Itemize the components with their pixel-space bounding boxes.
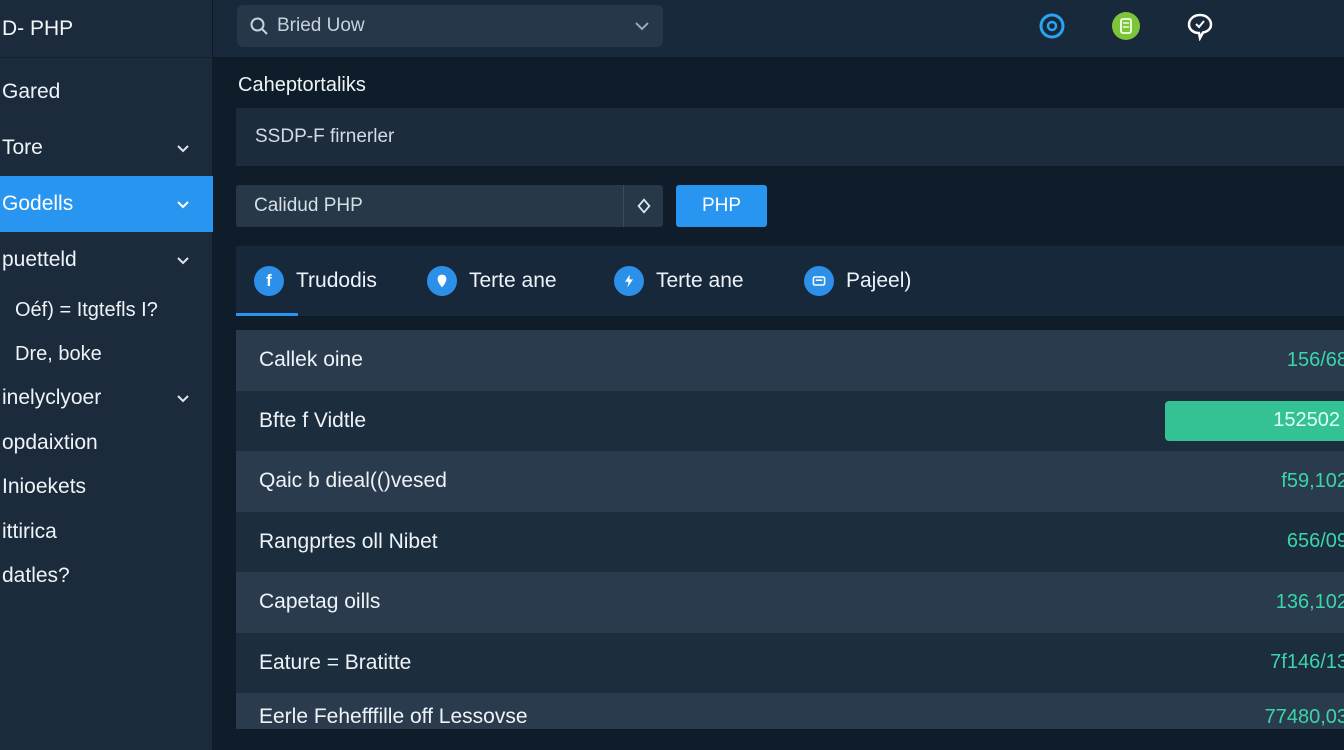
location-pin-icon (427, 266, 457, 296)
chevron-down-icon (175, 390, 191, 406)
sidebar-item-inioekets[interactable]: Inioekets (0, 465, 213, 510)
filter-bar[interactable]: SSDP-F firnerler (236, 108, 1344, 166)
table-row[interactable]: Eature = Bratitte 7f146/13 (236, 632, 1344, 693)
table-row[interactable]: Bfte f Vidtle 152502 (236, 390, 1344, 451)
sidebar-item-ittirica[interactable]: ittirica (0, 510, 213, 555)
sidebar-item-label: inelyclyoer (2, 386, 102, 410)
table-row[interactable]: Qaic b dieal(()vesed f59,102 (236, 451, 1344, 512)
table-row[interactable]: Capetag oills 136,102 (236, 572, 1344, 633)
php-input-field[interactable]: Calidud PHP (236, 185, 663, 227)
lightning-bolt-icon (614, 266, 644, 296)
sidebar-item-datles[interactable]: datles? (0, 554, 213, 599)
tab-label: Pajeel) (846, 269, 912, 292)
sidebar-item-label: Tore (2, 136, 43, 159)
clear-icon[interactable] (623, 185, 663, 227)
php-input[interactable]: Calidud PHP (236, 195, 623, 217)
row-label: Qaic b dieal(()vesed (259, 469, 447, 493)
sidebar-item-label: opdaixtion (2, 430, 98, 454)
sidebar-item-label: Inioekets (2, 475, 87, 499)
table-row[interactable]: Rangprtes oll Nibet 656/09 (236, 511, 1344, 572)
chevron-down-icon (175, 252, 191, 268)
row-value: 656/09 (1286, 530, 1344, 553)
sidebar-item-tore[interactable]: Tore (0, 120, 213, 176)
page-title: Caheptortaliks (238, 74, 366, 96)
tab-bar: f Trudodis Terte ane Terte ane Pajeel) (236, 246, 1344, 316)
tab-label: Terte ane (469, 269, 557, 292)
sidebar-nav: Gared Tore Godells puetteld Oéf) = Itgte… (0, 64, 213, 599)
tab-trudodis[interactable]: f Trudodis (254, 246, 377, 316)
table-row[interactable]: Eerle Fehefffille off Lessovse 77480,03 (236, 693, 1344, 729)
sidebar-item-gared[interactable]: Gared (0, 64, 213, 120)
tab-terte-ane-1[interactable]: Terte ane (427, 246, 557, 316)
sidebar-item-label: Gared (2, 80, 61, 103)
row-value: f59,102 (1281, 469, 1344, 492)
app-title: D- PHP (0, 0, 212, 58)
filter-text: SSDP-F firnerler (255, 126, 395, 147)
sidebar-item-label: puetteld (2, 248, 77, 271)
sidebar-subitem-2[interactable]: Dre, boke (0, 332, 213, 376)
sidebar-item-label: ittirica (2, 519, 57, 543)
sidebar-subitem-1[interactable]: Oéf) = Itgtefls I? (0, 288, 213, 332)
row-value: 7f146/13 (1270, 651, 1344, 674)
search-input[interactable]: Bried Uow (277, 15, 633, 37)
chevron-down-icon[interactable] (633, 17, 651, 35)
search-field[interactable]: Bried Uow (237, 5, 663, 47)
sidebar-item-opdaixtion[interactable]: opdaixtion (0, 421, 213, 466)
search-icon (250, 17, 268, 35)
row-label: Callek oine (259, 348, 363, 372)
sidebar-item-inelyclyoer[interactable]: inelyclyoer (0, 376, 213, 421)
sidebar-item-label: datles? (2, 564, 70, 588)
row-label: Eature = Bratitte (259, 650, 412, 674)
tab-label: Trudodis (296, 269, 377, 292)
sidebar-item-godells[interactable]: Godells (0, 176, 213, 232)
data-table: Callek oine 156/68 Bfte f Vidtle 152502 … (236, 330, 1344, 729)
facebook-f-icon: f (254, 266, 284, 296)
row-value: 77480,03 (1264, 706, 1344, 728)
sidebar-item-label: Dre, boke (15, 342, 102, 365)
tab-pajeel[interactable]: Pajeel) (804, 246, 911, 316)
row-value: 156/68 (1286, 348, 1344, 371)
row-label: Eerle Fehefffille off Lessovse (259, 705, 528, 728)
box-icon (804, 266, 834, 296)
chevron-down-icon (175, 196, 191, 212)
tab-label: Terte ane (656, 269, 744, 292)
refresh-circle-icon[interactable] (1037, 11, 1067, 41)
chat-bubble-icon[interactable] (1185, 11, 1215, 41)
php-button[interactable]: PHP (676, 185, 767, 227)
sidebar-item-label: Godells (2, 192, 74, 215)
row-value-highlight: 152502 (1165, 400, 1344, 441)
app-badge-icon[interactable] (1111, 11, 1141, 41)
table-row[interactable]: Callek oine 156/68 (236, 330, 1344, 391)
main-content: Caheptortaliks SSDP-F firnerler Calidud … (213, 58, 1344, 750)
row-label: Bfte f Vidtle (259, 408, 367, 432)
top-bar: Bried Uow (213, 0, 1344, 58)
sidebar-item-label: Oéf) = Itgtefls I? (15, 298, 158, 321)
tab-terte-ane-2[interactable]: Terte ane (614, 246, 744, 316)
sidebar: D- PHP Gared Tore Godells puetteld Oéf) … (0, 0, 213, 750)
row-value: 136,102 (1275, 590, 1344, 613)
chevron-down-icon (175, 140, 191, 156)
row-label: Capetag oills (259, 590, 381, 614)
row-label: Rangprtes oll Nibet (259, 529, 438, 553)
active-tab-indicator (236, 313, 298, 316)
sidebar-item-puetteld[interactable]: puetteld (0, 232, 213, 288)
